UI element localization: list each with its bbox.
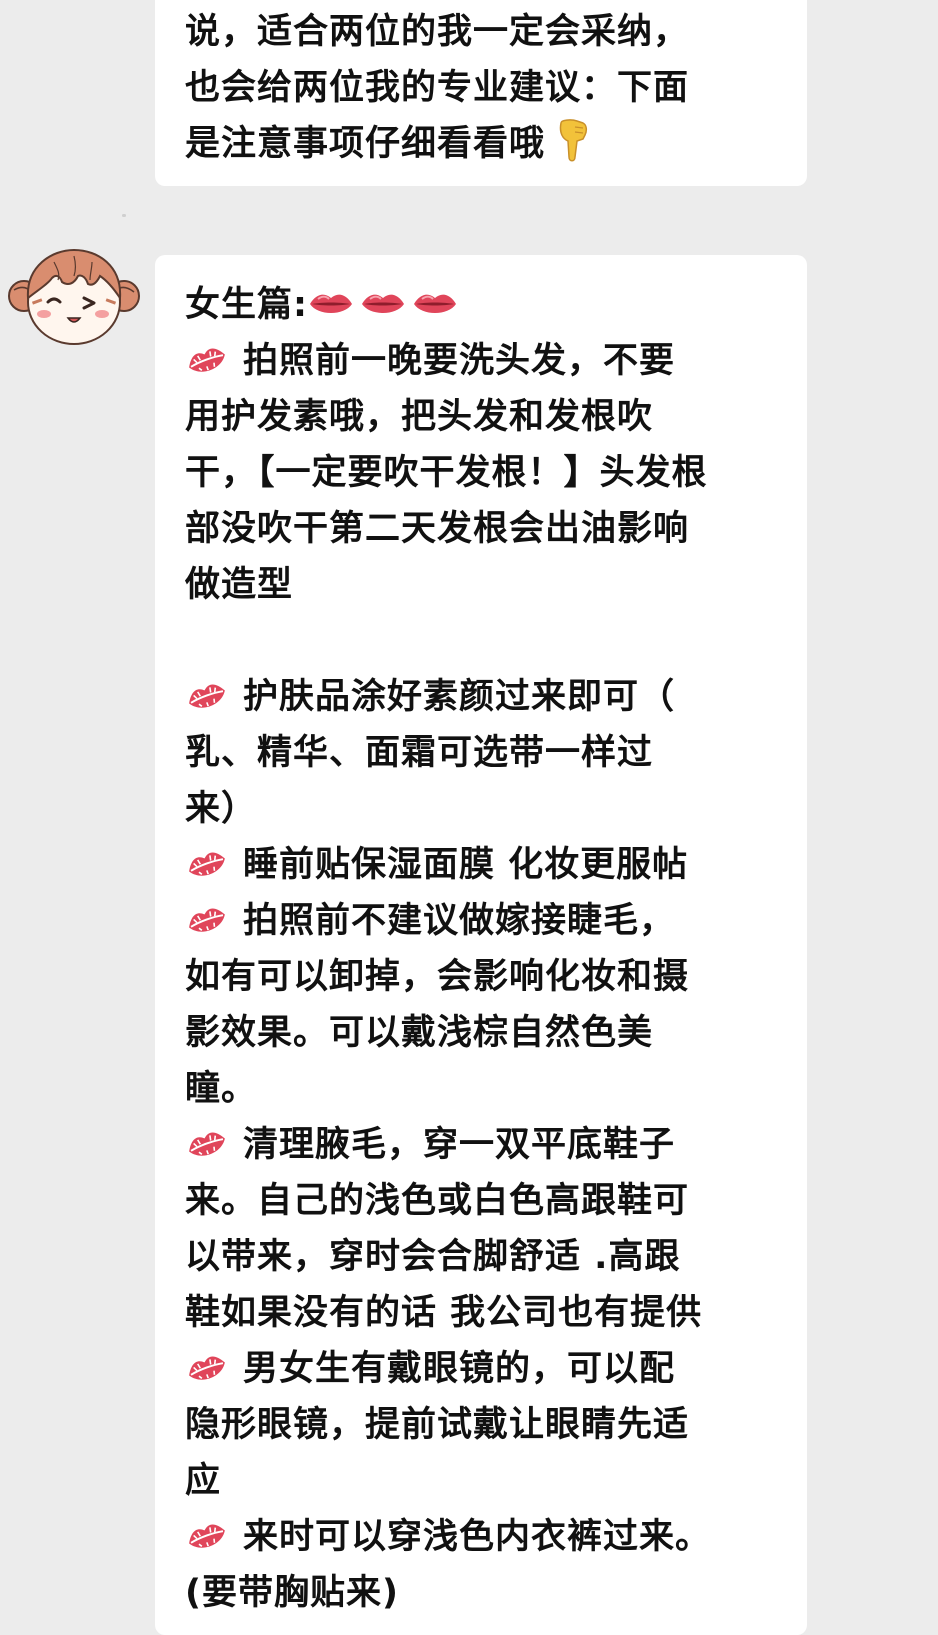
list-item: 拍照前不建议做嫁接睫毛， bbox=[185, 893, 785, 949]
list-item-line: 影效果。可以戴浅棕自然色美 bbox=[185, 1013, 654, 1053]
list-item-line: 隐形眼镜，提前试戴让眼睛先适 bbox=[185, 1405, 690, 1445]
lips-icon bbox=[412, 290, 458, 318]
list-item-text: 来时可以穿浅色内衣裤过来。 bbox=[243, 1517, 712, 1557]
message-line: 也会给两位我的专业建议：下面 bbox=[185, 68, 690, 108]
list-item-line: (要带胸贴来) bbox=[185, 1573, 399, 1613]
list-item-line: 如有可以卸掉，会影响化妆和摄 bbox=[185, 957, 690, 997]
section-header-text: 女生篇: bbox=[185, 285, 308, 325]
list-item-line: 瞳。 bbox=[185, 1069, 258, 1109]
message-line: 说，适合两位的我一定会采纳， bbox=[185, 12, 690, 52]
message-bubble[interactable]: 女生篇: 拍照前一晚要洗头发，不要 用护发素哦，把头发和发根吹 干，【一定要吹干… bbox=[155, 255, 807, 1635]
list-item: 护肤品涂好素颜过来即可（ bbox=[185, 669, 785, 725]
list-item-line: 乳、精华、面霜可选带一样过 bbox=[185, 733, 654, 773]
lips-icon bbox=[360, 290, 406, 318]
list-item: 拍照前一晚要洗头发，不要 bbox=[185, 333, 785, 389]
decorative-speck bbox=[122, 214, 126, 217]
message-bubble[interactable]: 说，适合两位的我一定会采纳， 也会给两位我的专业建议：下面 是注意事项仔细看看哦 bbox=[155, 0, 807, 186]
list-item: 睡前贴保湿面膜 化妆更服帖 bbox=[185, 837, 785, 893]
list-item: 清理腋毛，穿一双平底鞋子 bbox=[185, 1117, 785, 1173]
list-item-text: 拍照前一晚要洗头发，不要 bbox=[243, 341, 676, 381]
lips-icon bbox=[308, 290, 354, 318]
message-line-text: 是注意事项仔细看看哦 bbox=[185, 124, 546, 164]
message-line: 是注意事项仔细看看哦 bbox=[185, 116, 785, 172]
chat-view[interactable]: 说，适合两位的我一定会采纳， 也会给两位我的专业建议：下面 是注意事项仔细看看哦… bbox=[0, 0, 938, 1635]
list-item: 男女生有戴眼镜的，可以配 bbox=[185, 1341, 785, 1397]
list-item-line: 来） bbox=[185, 789, 258, 829]
list-item-line: 做造型 bbox=[185, 565, 294, 605]
list-item-text: 清理腋毛，穿一双平底鞋子 bbox=[243, 1125, 676, 1165]
list-item: 来时可以穿浅色内衣裤过来。 bbox=[185, 1509, 785, 1565]
list-item-line: 鞋如果没有的话 我公司也有提供 bbox=[185, 1293, 703, 1333]
list-item-text: 拍照前不建议做嫁接睫毛， bbox=[243, 901, 676, 941]
backhand-index-pointing-down-icon bbox=[553, 117, 593, 163]
list-item-text: 护肤品涂好素颜过来即可（ bbox=[243, 677, 676, 717]
list-item-text: 男女生有戴眼镜的，可以配 bbox=[243, 1349, 676, 1389]
list-item-line: 以带来，穿时会合脚舒适 .高跟 bbox=[185, 1237, 681, 1277]
kiss-mark-icon bbox=[185, 1520, 229, 1554]
kiss-mark-icon bbox=[185, 680, 229, 714]
list-item-line: 来。自己的浅色或白色高跟鞋可 bbox=[185, 1181, 690, 1221]
list-item-text: 睡前贴保湿面膜 化妆更服帖 bbox=[243, 845, 689, 885]
kiss-mark-icon bbox=[185, 344, 229, 378]
list-item-line: 部没吹干第二天发根会出油影响 bbox=[185, 509, 690, 549]
kiss-mark-icon bbox=[185, 1128, 229, 1162]
kiss-mark-icon bbox=[185, 1352, 229, 1386]
avatar[interactable] bbox=[8, 240, 140, 352]
list-item-line: 应 bbox=[185, 1461, 222, 1501]
section-header: 女生篇: bbox=[185, 277, 785, 333]
list-item-line: 用护发素哦，把头发和发根吹 bbox=[185, 397, 654, 437]
list-item-line: 干，【一定要吹干发根！】头发根 bbox=[185, 453, 708, 493]
kiss-mark-icon bbox=[185, 904, 229, 938]
kiss-mark-icon bbox=[185, 848, 229, 882]
